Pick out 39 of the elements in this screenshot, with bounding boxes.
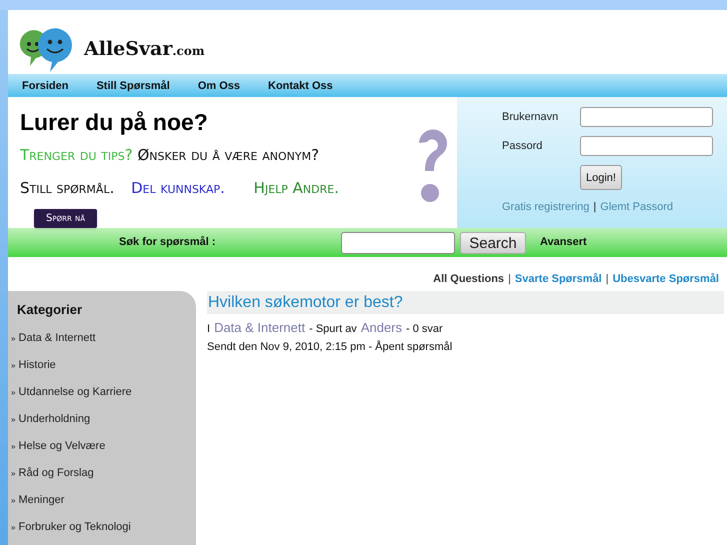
filter-link[interactable]: Svarte Spørsmål [514,270,602,288]
prefix-text: I [207,322,210,338]
search-button[interactable]: Search [460,232,526,254]
separator-text: | [593,200,596,216]
site-logo-text[interactable]: AlleSvar.com [84,35,205,64]
filter-link[interactable]: All Questions [433,270,504,288]
category-link[interactable]: » Data & Internett [8,328,196,356]
asked-by-text: - Spurt av [309,322,357,338]
banner-tagline: Still spørmål. Del kunnskap. Hjelp Andre. [20,178,340,199]
banner-headline: Lurer du på noe? [20,111,209,134]
nav-link[interactable]: Kontakt Oss [268,78,333,94]
sidebar-title: Kategorier [16,301,84,320]
nav-link[interactable]: Om Oss [198,78,240,94]
search-field[interactable] [341,232,455,254]
username-label: Brukernavn [502,110,560,125]
search-label: Søk for spørsmål : [119,235,217,250]
advanced-search-link[interactable]: Avansert [540,234,587,251]
filter-link[interactable]: Ubesvarte Spørsmål [612,270,719,288]
password-label: Passord [502,139,544,154]
category-link[interactable]: » Meninger [8,490,196,518]
answer-count-text: - 0 svar [406,322,443,338]
category-link[interactable]: » Utdannelse og Karriere [8,382,196,410]
author-link[interactable]: Anders [360,318,402,338]
password-field[interactable] [580,136,713,156]
nav-link[interactable]: Forsiden [22,78,68,94]
category-link[interactable]: » Underholdning [8,410,196,437]
login-button[interactable]: Login! [580,165,622,190]
ask-now-button[interactable]: Spørr nå [34,209,98,228]
username-field[interactable] [580,107,713,128]
category-link[interactable]: Data & Internett [214,318,306,338]
category-link[interactable]: » Råd og Forslag [8,464,196,491]
separator-text: | [606,272,609,287]
category-link[interactable]: » Helse og Velvære [8,436,196,464]
nav-link[interactable]: Still Spørsmål [96,78,170,94]
category-link[interactable]: » Historie [8,356,196,383]
category-link[interactable]: » Forbruker og Teknologi [8,518,196,545]
banner-tagline: Trenger du tips? Ønsker du å være anonym? [20,145,320,166]
posted-date-text: Sendt den Nov 9, 2010, 2:15 pm - Åpent spørsmål [207,339,454,355]
separator-text: | [508,272,511,287]
